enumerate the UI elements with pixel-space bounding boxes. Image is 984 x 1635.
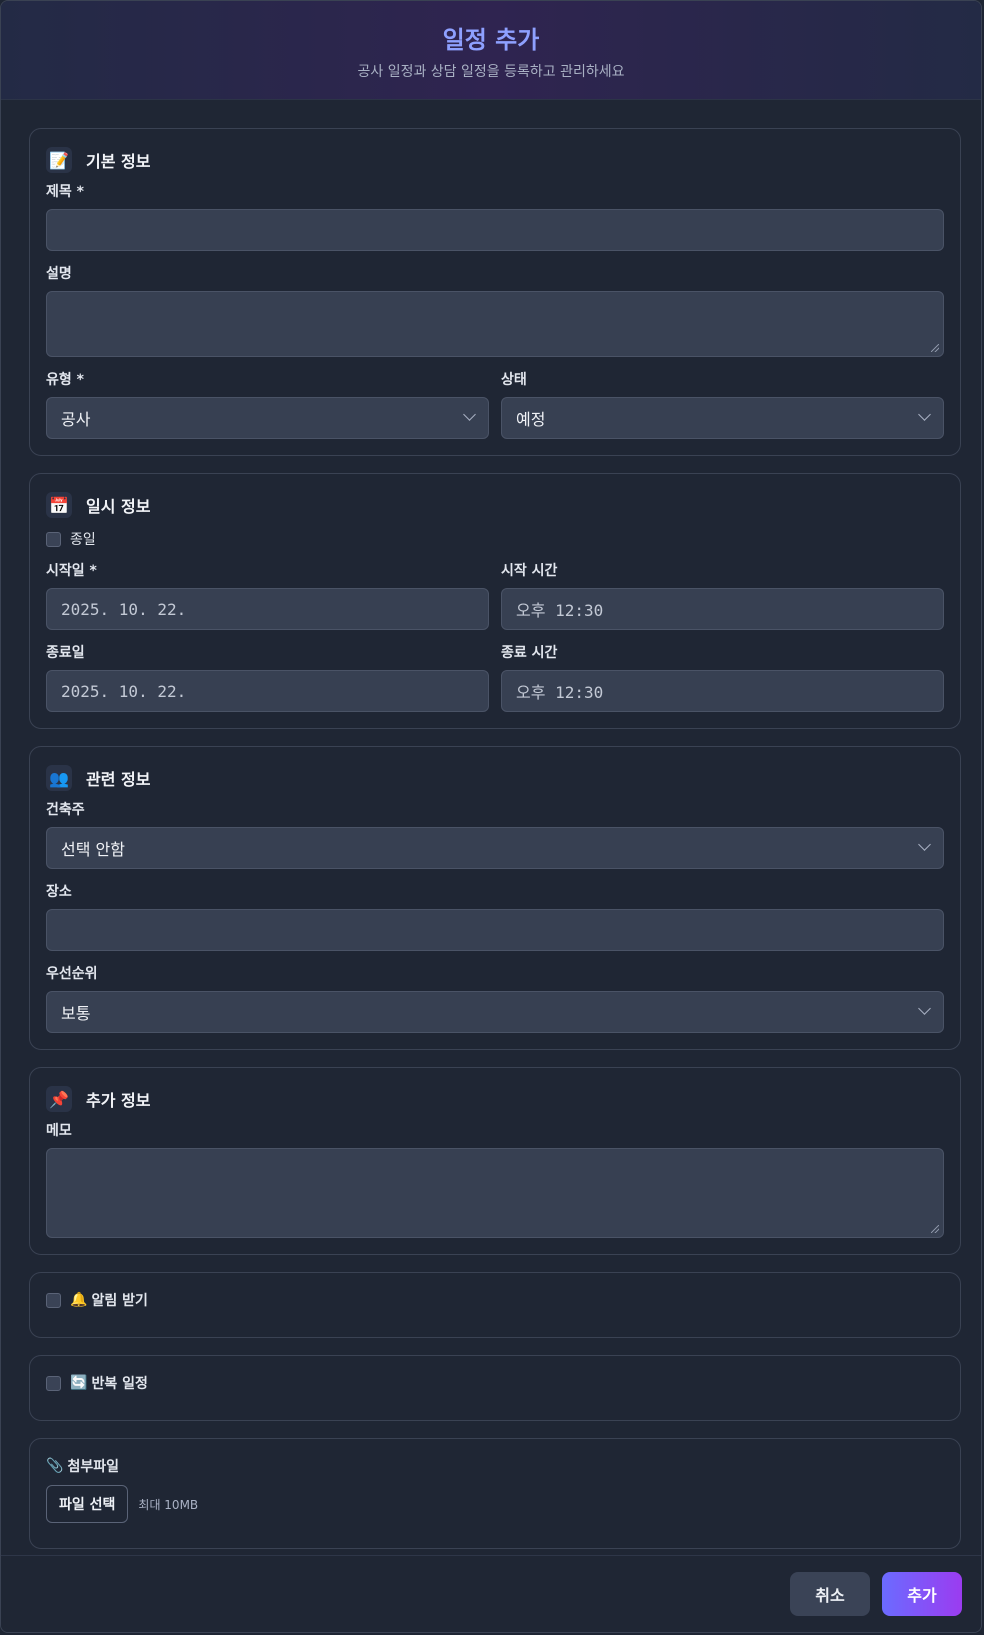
place-input[interactable]: [46, 909, 944, 951]
type-label: 유형 *: [46, 372, 84, 388]
extra-info-title: 추가 정보: [86, 1091, 151, 1110]
chevron-down-icon: [918, 1002, 931, 1015]
chevron-down-icon: [918, 838, 931, 851]
extra-info-card: 📌 추가 정보 메모: [29, 1067, 961, 1255]
notify-checkbox[interactable]: [46, 1292, 61, 1308]
modal-title: 일정 추가: [442, 26, 540, 54]
start-date-label: 시작일 *: [46, 563, 97, 579]
title-label: 제목 *: [46, 184, 84, 200]
start-date-input[interactable]: 2025. 10. 22.: [46, 588, 489, 630]
notify-label: 알림 받기: [91, 1293, 148, 1309]
end-date-label: 종료일: [46, 645, 85, 661]
allday-checkbox[interactable]: [46, 531, 61, 547]
calendar-icon: 📅: [46, 492, 72, 518]
start-time-label: 시작 시간: [501, 563, 558, 579]
modal-header: 일정 추가 공사 일정과 상담 일정을 등록하고 관리하세요: [1, 1, 981, 100]
basic-info-title: 기본 정보: [86, 152, 151, 171]
notify-toggle[interactable]: 🔔 알림 받기: [46, 1289, 944, 1311]
priority-select[interactable]: 보통: [46, 991, 944, 1033]
card-title: 📝 기본 정보: [46, 145, 944, 175]
memo-icon: 📝: [46, 147, 72, 173]
modal-subtitle: 공사 일정과 상담 일정을 등록하고 관리하세요: [357, 64, 625, 80]
resize-handle-icon[interactable]: [931, 1225, 939, 1233]
repeat-checkbox[interactable]: [46, 1375, 61, 1391]
status-select[interactable]: 예정: [501, 397, 944, 439]
form-content: 📝 기본 정보 제목 * 설명 유형 * 공사 상태 예정 📅 일시 정보 종일…: [29, 128, 961, 1566]
file-select-button[interactable]: 파일 선택: [46, 1485, 129, 1523]
chevron-down-icon: [918, 408, 931, 421]
allday-label: 종일: [70, 532, 96, 548]
start-time-input[interactable]: 오후 12:30: [501, 588, 944, 630]
attachment-row: 파일 선택 최대 10MB: [46, 1485, 944, 1523]
type-value: 공사: [61, 410, 91, 429]
chevron-down-icon: [463, 408, 476, 421]
basic-info-card: 📝 기본 정보 제목 * 설명 유형 * 공사 상태 예정: [29, 128, 961, 456]
type-select[interactable]: 공사: [46, 397, 489, 439]
pushpin-icon: 📌: [46, 1086, 72, 1112]
client-label: 건축주: [46, 802, 85, 818]
schedule-modal: 일정 추가 공사 일정과 상담 일정을 등록하고 관리하세요 📝 기본 정보 제…: [0, 0, 982, 1633]
related-info-title: 관련 정보: [86, 770, 151, 789]
memo-textarea[interactable]: [46, 1148, 944, 1238]
title-input[interactable]: [46, 209, 944, 251]
resize-handle-icon[interactable]: [931, 344, 939, 352]
allday-toggle[interactable]: 종일: [46, 528, 944, 550]
end-time-input[interactable]: 오후 12:30: [501, 670, 944, 712]
repeat-toggle[interactable]: 🔄 반복 일정: [46, 1372, 944, 1394]
people-icon: 👥: [46, 765, 72, 791]
memo-label: 메모: [46, 1123, 72, 1139]
client-select[interactable]: 선택 안함: [46, 827, 944, 869]
attachment-card: 📎 첨부파일 파일 선택 최대 10MB: [29, 1438, 961, 1549]
status-value: 예정: [516, 410, 546, 429]
attachment-label: 첨부파일: [67, 1459, 119, 1475]
place-label: 장소: [46, 884, 72, 900]
client-value: 선택 안함: [61, 840, 125, 859]
datetime-card: 📅 일시 정보 종일 시작일 * 2025. 10. 22. 시작 시간 오후 …: [29, 473, 961, 729]
attachment-header: 📎 첨부파일: [46, 1455, 944, 1477]
repeat-card: 🔄 반복 일정: [29, 1355, 961, 1421]
priority-label: 우선순위: [46, 966, 98, 982]
notify-card: 🔔 알림 받기: [29, 1272, 961, 1338]
card-title: 📌 추가 정보: [46, 1084, 944, 1114]
datetime-title: 일시 정보: [86, 497, 151, 516]
modal-footer: 취소 추가: [1, 1555, 981, 1632]
card-title: 📅 일시 정보: [46, 490, 944, 520]
bell-icon: 🔔: [70, 1292, 88, 1308]
related-info-card: 👥 관련 정보 건축주 선택 안함 장소 우선순위 보통: [29, 746, 961, 1050]
status-label: 상태: [501, 372, 527, 388]
repeat-label: 반복 일정: [91, 1376, 148, 1392]
paperclip-icon: 📎: [46, 1458, 64, 1474]
add-button[interactable]: 추가: [882, 1572, 962, 1616]
description-textarea[interactable]: [46, 291, 944, 357]
description-label: 설명: [46, 266, 72, 282]
file-size-hint: 최대 10MB: [138, 1497, 199, 1512]
end-time-label: 종료 시간: [501, 645, 558, 661]
cancel-button[interactable]: 취소: [790, 1572, 870, 1616]
card-title: 👥 관련 정보: [46, 763, 944, 793]
repeat-icon: 🔄: [70, 1375, 88, 1391]
priority-value: 보통: [61, 1004, 91, 1023]
end-date-input[interactable]: 2025. 10. 22.: [46, 670, 489, 712]
